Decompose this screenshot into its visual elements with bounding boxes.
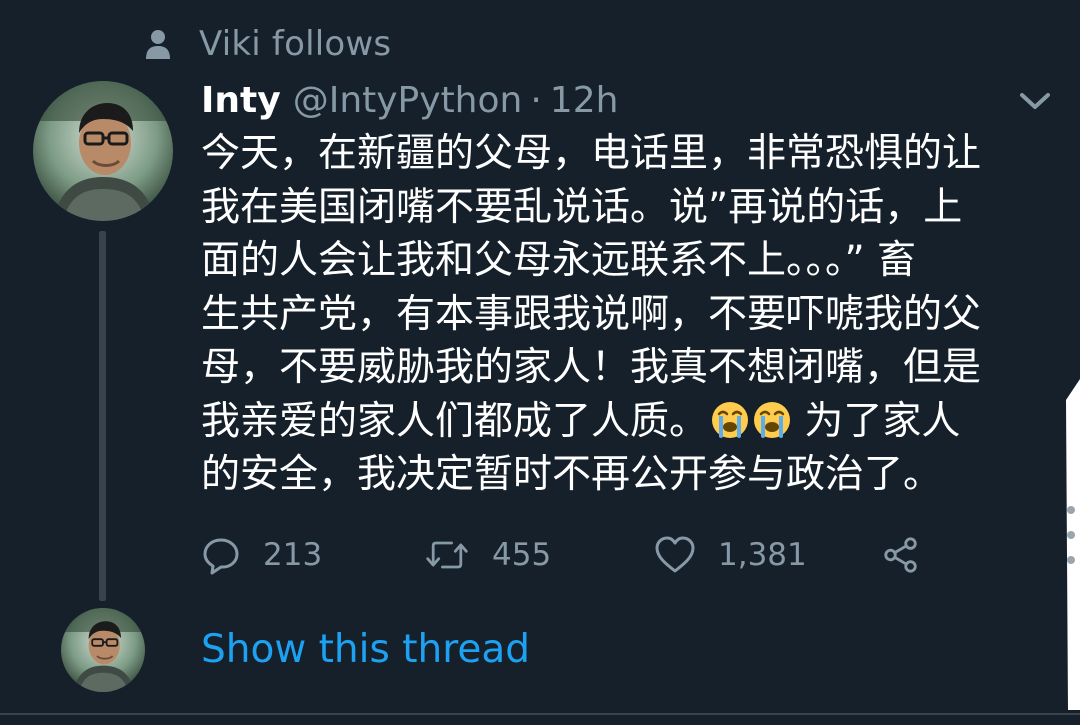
retweet-icon [426, 541, 468, 569]
share-icon [884, 537, 917, 573]
tweet-header: Inty @IntyPython · 12h [201, 76, 618, 124]
tweet-text-line-with-emoji: 我亲爱的家人们都成了人质。 为了家人 [201, 395, 1051, 449]
tweet-text-segment: 我亲爱的家人们都成了人质。 [201, 398, 709, 444]
show-thread-link[interactable]: Show this thread [201, 627, 530, 672]
tweet-text: 今天，在新疆的父母，电话里，非常恐惧的让 我在美国闭嘴不要乱说话。说”再说的话，… [201, 127, 1051, 502]
timestamp[interactable]: 12h [550, 80, 619, 121]
social-context[interactable]: Viki follows [145, 22, 391, 66]
tweet-text-line: 的安全，我决定暂时不再公开参与政治了。 [201, 452, 943, 497]
divider [0, 713, 1080, 715]
loudly-crying-face-emoji [710, 399, 750, 439]
tweet-text-line: 生共产党，有本事跟我说啊，不要吓唬我的父 [201, 291, 982, 337]
separator-dot: · [530, 79, 542, 121]
tweet-text-segment: 为了家人 [792, 398, 961, 444]
reply-button[interactable]: 213 [201, 530, 322, 580]
like-button[interactable]: 1,381 [654, 530, 807, 580]
display-name[interactable]: Inty [201, 80, 281, 121]
reply-count: 213 [263, 537, 323, 573]
retweet-button[interactable]: 455 [424, 530, 551, 580]
tweet-text-line: 母，不要威胁我的家人！我真不想闭嘴，但是 [201, 345, 982, 390]
avatar[interactable] [33, 81, 173, 221]
share-button[interactable] [881, 530, 921, 580]
loudly-crying-face-emoji [752, 399, 792, 439]
thread-avatar[interactable] [61, 608, 145, 692]
retweet-count: 455 [492, 537, 552, 573]
side-panel-edge[interactable] [1046, 370, 1080, 710]
tweet-text-line: 面的人会让我和父母永远联系不上。。。” 畜 [201, 238, 917, 283]
chevron-down-icon[interactable] [1018, 90, 1052, 112]
tweet-text-line: 我在美国闭嘴不要乱说话。说”再说的话，上 [201, 184, 963, 230]
person-icon [145, 28, 171, 60]
reply-icon [203, 538, 239, 575]
tweet-text-line: 今天，在新疆的父母，电话里，非常恐惧的让 [201, 131, 982, 176]
like-count: 1,381 [718, 537, 807, 573]
thread-connector-line [99, 231, 106, 601]
heart-icon [655, 536, 695, 573]
social-context-label: Viki follows [199, 24, 392, 64]
user-handle[interactable]: @IntyPython [293, 80, 523, 121]
